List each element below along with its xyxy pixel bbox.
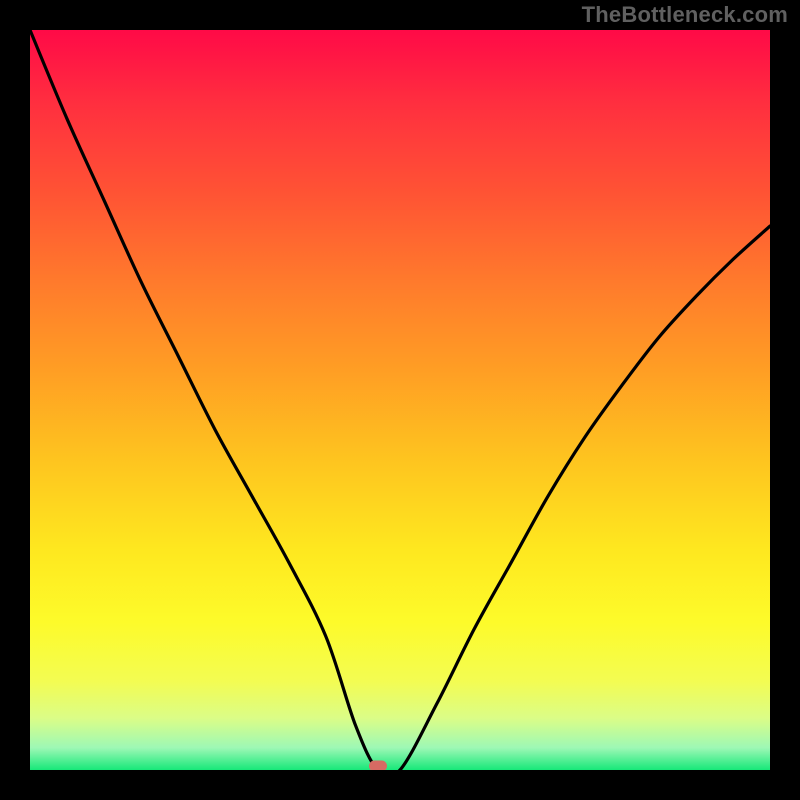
plot-area: [30, 30, 770, 770]
watermark-text: TheBottleneck.com: [582, 2, 788, 28]
chart-frame: TheBottleneck.com: [0, 0, 800, 800]
bottleneck-curve: [30, 30, 770, 770]
minimum-marker: [369, 761, 387, 771]
